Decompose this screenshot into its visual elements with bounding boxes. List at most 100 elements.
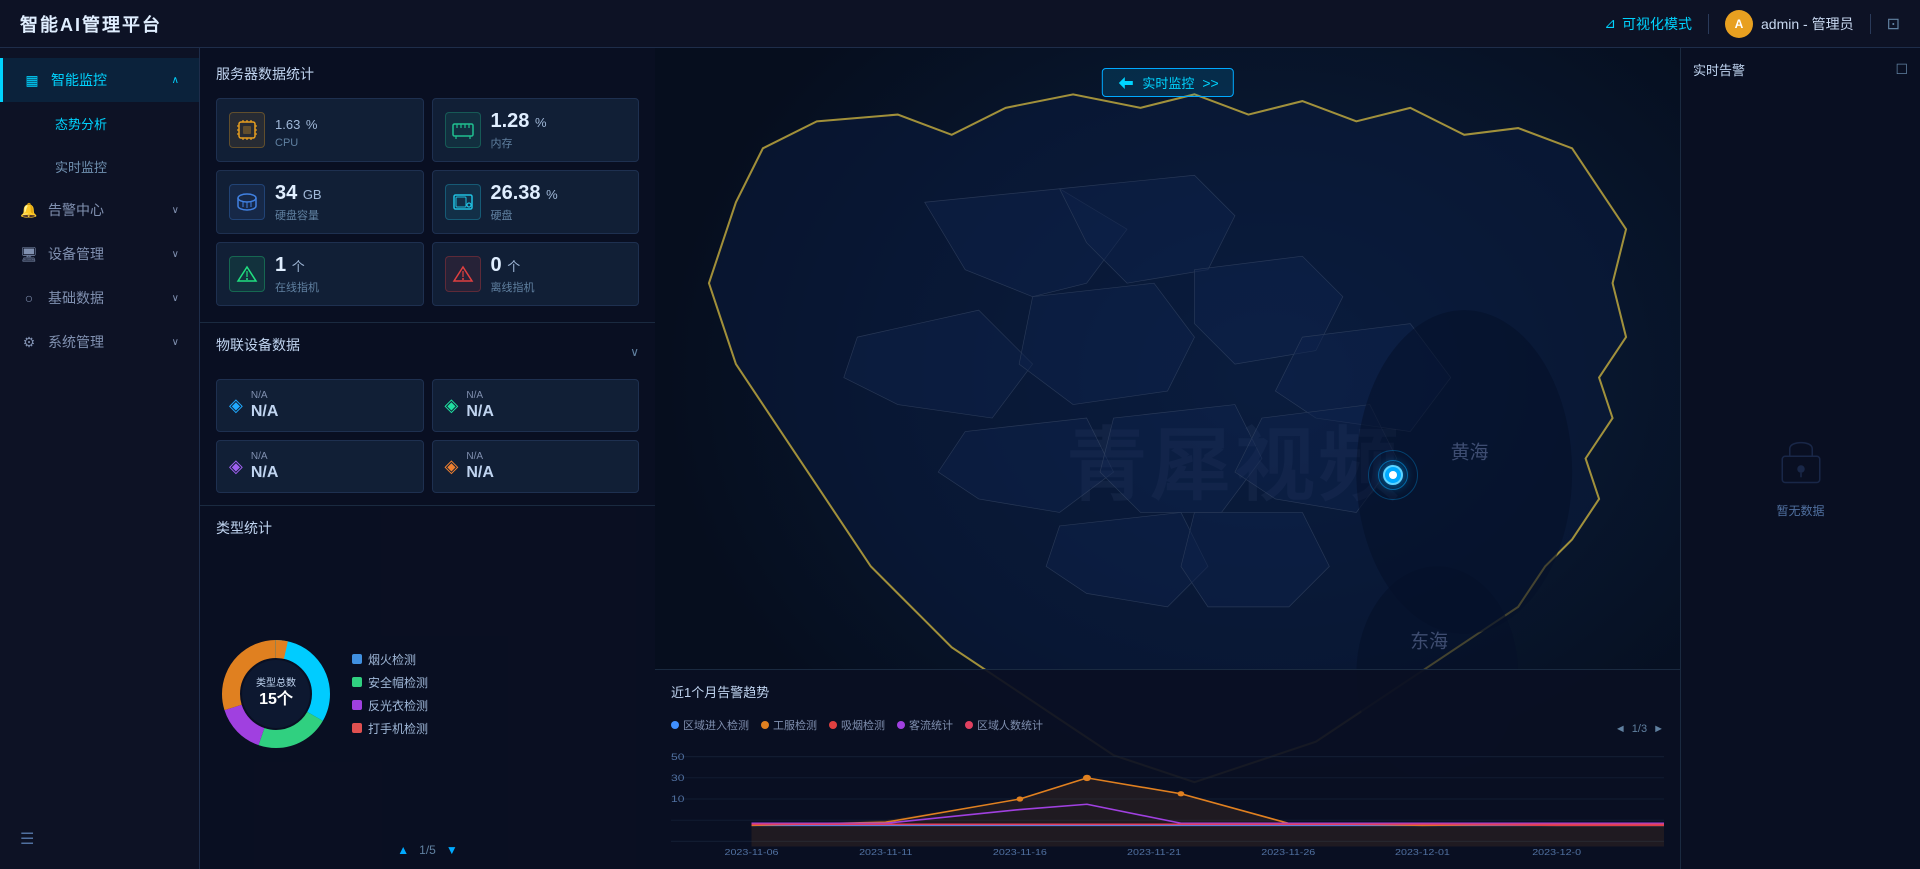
online-icon xyxy=(229,256,265,292)
sidebar-item-situation-analysis[interactable]: 态势分析 xyxy=(0,102,199,145)
iot-card-2: ◈ N/A N/A xyxy=(432,379,640,432)
legend-item-1: 烟火检测 xyxy=(352,651,639,668)
svg-text:2023-11-21: 2023-11-21 xyxy=(1127,848,1181,857)
chart-current-page: 1 xyxy=(1632,723,1638,735)
dot-smoking xyxy=(829,721,837,729)
legend-label-4: 打手机检测 xyxy=(368,720,428,737)
offline-value: 0 个 xyxy=(491,253,535,277)
disk-info: 26.38 % 硬盘 xyxy=(491,181,558,223)
app-logo: 智能AI管理平台 xyxy=(20,11,162,37)
svg-text:10: 10 xyxy=(671,794,684,804)
disk-capacity-info: 34 GB 硬盘容量 xyxy=(275,181,322,223)
rt-arrows-right: >> xyxy=(1202,75,1218,91)
chart-legend: 区域进入检测 工服检测 吸烟检测 xyxy=(671,717,1043,733)
disk-capacity-label: 硬盘容量 xyxy=(275,207,322,223)
iot-tag-4: N/A xyxy=(466,451,494,462)
chart-section: 近1个月告警趋势 区域进入检测 工服检测 xyxy=(655,670,1680,869)
device-icon: 🖥 xyxy=(20,245,38,263)
legend-item-4: 打手机检测 xyxy=(352,720,639,737)
user-info: A admin - 管理员 xyxy=(1725,10,1854,38)
sidebar-label-realtime-monitor: 实时监控 xyxy=(55,157,107,176)
label-smoking: 吸烟检测 xyxy=(841,717,885,733)
visual-mode-button[interactable]: ⊿ 可视化模式 xyxy=(1604,14,1692,34)
iot-tag-1: N/A xyxy=(251,390,279,401)
online-value: 1 个 xyxy=(275,253,319,277)
svg-text:2023-11-16: 2023-11-16 xyxy=(993,848,1047,857)
sidebar-label-basic-data: 基础数据 xyxy=(48,288,104,308)
cpu-value: 1.63 % xyxy=(275,111,317,135)
iot-chevron-icon: ∨ xyxy=(630,345,639,359)
chart-next-btn[interactable]: ► xyxy=(1653,723,1664,735)
filter-icon: ⊿ xyxy=(1604,15,1616,32)
header-right: ⊿ 可视化模式 A admin - 管理员 ⊡ xyxy=(1604,10,1900,38)
sidebar-label-device-management: 设备管理 xyxy=(48,244,104,264)
alerts-clear-icon[interactable]: ☐ xyxy=(1895,61,1908,78)
disk-value: 26.38 % xyxy=(491,181,558,205)
user-avatar: A xyxy=(1725,10,1753,38)
cpu-icon xyxy=(229,112,265,148)
offline-label: 离线指机 xyxy=(491,279,535,295)
iot-icon-3: ◈ xyxy=(229,456,243,477)
svg-text:2023-12-0: 2023-12-0 xyxy=(1532,848,1581,857)
legend-flow: 客流统计 xyxy=(897,717,953,733)
iot-icon-4: ◈ xyxy=(445,456,459,477)
next-page-btn[interactable]: ▼ xyxy=(446,843,458,857)
chevron-up-icon: ∧ xyxy=(172,75,179,86)
label-uniform: 工服检测 xyxy=(773,717,817,733)
iot-panel: 物联设备数据 ∨ ◈ N/A N/A ◈ N/A xyxy=(200,323,655,506)
prev-page-btn[interactable]: ▲ xyxy=(397,843,409,857)
rt-arrows xyxy=(1116,74,1134,92)
legend-uniform: 工服检测 xyxy=(761,717,817,733)
collapse-icon: ☰ xyxy=(20,831,34,848)
sidebar-item-system-management[interactable]: ⚙ 系统管理 ∨ xyxy=(0,320,199,364)
legend-dot-4 xyxy=(352,723,362,733)
online-info: 1 个 在线指机 xyxy=(275,253,319,295)
legend-count: 区域人数统计 xyxy=(965,717,1043,733)
legend-zone-entry: 区域进入检测 xyxy=(671,717,749,733)
alert-icon: 🔔 xyxy=(20,201,38,219)
memory-value: 1.28 % xyxy=(491,109,547,133)
chart-prev-btn[interactable]: ◄ xyxy=(1615,723,1626,735)
sidebar-item-alert-center[interactable]: 🔔 告警中心 ∨ xyxy=(0,188,199,232)
sidebar-item-basic-data[interactable]: ○ 基础数据 ∨ xyxy=(0,276,199,320)
basic-data-icon: ○ xyxy=(20,289,38,307)
memory-icon xyxy=(445,112,481,148)
sidebar-item-device-management[interactable]: 🖥 设备管理 ∨ xyxy=(0,232,199,276)
iot-title: 物联设备数据 xyxy=(216,335,300,355)
legend-dot-1 xyxy=(352,654,362,664)
iot-value-2: N/A xyxy=(466,403,494,421)
collapse-button[interactable]: ☰ xyxy=(0,819,199,859)
iot-panel-header: 物联设备数据 ∨ xyxy=(216,335,639,369)
no-data-text: 暂无数据 xyxy=(1776,502,1824,519)
chevron-down-icon-system: ∨ xyxy=(172,337,179,348)
disk-icon xyxy=(445,184,481,220)
sidebar-label-situation-analysis: 态势分析 xyxy=(55,114,107,133)
sidebar: ▦ 智能监控 ∧ 态势分析 实时监控 🔔 告警中心 ∨ 🖥 设备管理 ∨ ○ 基… xyxy=(0,48,200,869)
svg-text:50: 50 xyxy=(671,752,684,762)
svg-text:2023-12-01: 2023-12-01 xyxy=(1395,848,1450,857)
realtime-monitor-tag: 实时监控 >> xyxy=(1101,68,1233,97)
user-label: admin - 管理员 xyxy=(1761,14,1854,34)
chart-total-pages: 3 xyxy=(1641,723,1647,735)
svg-text:2023-11-26: 2023-11-26 xyxy=(1261,848,1315,857)
system-icon: ⚙ xyxy=(20,333,38,351)
server-stats-panel: 服务器数据统计 1.63 % CPU xyxy=(200,48,655,323)
no-data-area: 暂无数据 xyxy=(1693,91,1908,857)
current-page: 1 xyxy=(419,843,426,857)
type-stats-title: 类型统计 xyxy=(216,518,639,538)
donut-type-label: 类型总数 xyxy=(256,677,296,690)
sidebar-item-intelligent-monitor[interactable]: ▦ 智能监控 ∧ xyxy=(0,58,199,102)
legend-label-1: 烟火检测 xyxy=(368,651,416,668)
disk-capacity-card: 34 GB 硬盘容量 xyxy=(216,170,424,234)
iot-info-3: N/A N/A xyxy=(251,451,279,482)
realtime-label: 实时监控 xyxy=(1142,73,1194,92)
iot-tag-2: N/A xyxy=(466,390,494,401)
alerts-title: 实时告警 xyxy=(1693,60,1745,79)
legend-dot-2 xyxy=(352,677,362,687)
label-flow: 客流统计 xyxy=(909,717,953,733)
alert-trend-panel: 近1个月告警趋势 区域进入检测 工服检测 xyxy=(655,669,1680,869)
expand-icon[interactable]: ⊡ xyxy=(1887,14,1900,34)
legend-label-3: 反光衣检测 xyxy=(368,697,428,714)
iot-icon-1: ◈ xyxy=(229,395,243,416)
sidebar-item-realtime-monitor[interactable]: 实时监控 xyxy=(0,145,199,188)
